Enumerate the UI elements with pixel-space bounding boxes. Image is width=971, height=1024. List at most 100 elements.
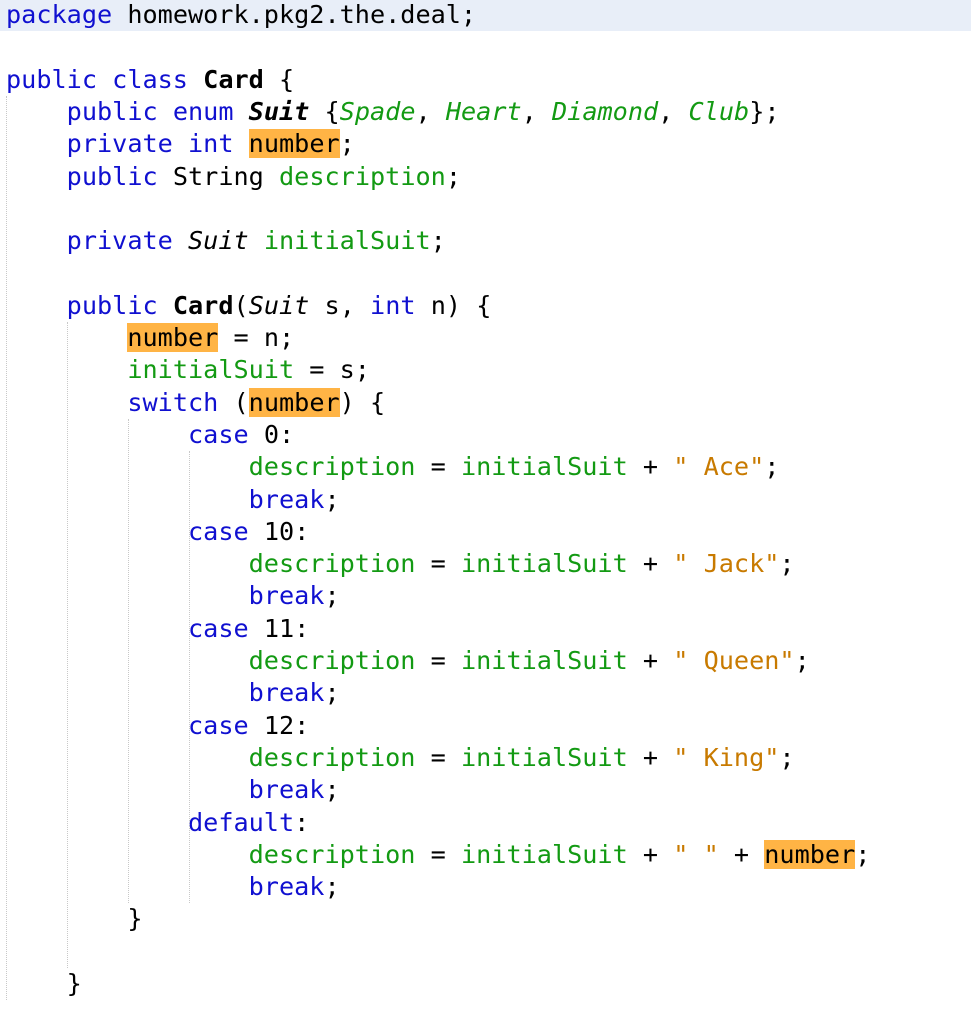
enum-constant-token: Heart <box>445 96 522 126</box>
code-token: ( <box>218 387 249 417</box>
keyword-token: switch <box>127 387 219 417</box>
code-token: + <box>627 549 674 579</box>
code-token: ; <box>339 129 355 159</box>
code-line[interactable] <box>0 193 971 225</box>
highlighted-occurrence: number <box>127 323 219 352</box>
code-line[interactable]: case 10: <box>0 516 971 548</box>
keyword-token: case <box>187 516 249 546</box>
code-line[interactable]: public String description; <box>0 161 971 193</box>
code-line[interactable]: initialSuit = s; <box>0 354 971 386</box>
indent-guide <box>189 451 190 904</box>
code-line[interactable]: public Card(Suit s, int n) { <box>0 290 971 322</box>
field-token: initialSuit <box>127 355 295 385</box>
code-token: }; <box>749 96 780 126</box>
code-line[interactable]: break; <box>0 484 971 516</box>
field-token: description <box>248 742 416 772</box>
keyword-token: break <box>248 484 325 514</box>
code-token: { <box>263 64 295 94</box>
code-line[interactable]: private Suit initialSuit; <box>0 225 971 257</box>
string-token: " King" <box>673 742 780 772</box>
keyword-token: public enum <box>66 96 234 126</box>
code-line[interactable]: number = n; <box>0 322 971 354</box>
code-line[interactable]: description = initialSuit + " King"; <box>0 742 971 774</box>
keyword-token: break <box>248 581 325 611</box>
code-token: 10: <box>248 516 310 546</box>
code-line[interactable]: public class Card { <box>0 64 971 96</box>
enum-constant-token: Spade <box>339 96 416 126</box>
code-line[interactable]: description = initialSuit + " Jack"; <box>0 548 971 580</box>
code-line[interactable]: break; <box>0 580 971 612</box>
code-token: ; <box>764 452 780 482</box>
code-line[interactable]: case 0: <box>0 419 971 451</box>
code-line[interactable]: break; <box>0 677 971 709</box>
code-token: 11: <box>248 613 310 643</box>
code-token: = n; <box>218 323 295 352</box>
code-token: ; <box>855 839 871 869</box>
code-line[interactable]: break; <box>0 774 971 806</box>
keyword-token: int <box>370 290 416 320</box>
code-token: ; <box>779 549 795 579</box>
code-token: , <box>521 96 553 126</box>
code-line[interactable]: public enum Suit {Spade, Heart, Diamond,… <box>0 96 971 128</box>
field-token: initialSuit <box>460 549 628 579</box>
keyword-token: package <box>6 0 113 29</box>
highlighted-occurrence: number <box>764 839 856 869</box>
code-line[interactable]: private int number; <box>0 128 971 160</box>
code-line[interactable]: package homework.pkg2.the.deal; <box>0 0 971 32</box>
code-token: = <box>415 549 461 579</box>
code-token: = <box>415 452 461 482</box>
code-line[interactable] <box>0 257 971 289</box>
code-line[interactable]: } <box>0 968 971 1000</box>
code-token: = <box>415 839 461 869</box>
code-line[interactable]: } <box>0 903 971 935</box>
keyword-token: default <box>187 807 295 837</box>
code-token: + <box>627 646 674 675</box>
code-line[interactable]: case 11: <box>0 613 971 645</box>
code-token: ; <box>779 742 795 772</box>
code-line[interactable]: description = initialSuit + " Queen"; <box>0 645 971 677</box>
code-line[interactable]: switch (number) { <box>0 387 971 419</box>
code-token: ; <box>794 646 810 675</box>
code-token: + <box>627 452 674 482</box>
code-line[interactable]: description = initialSuit + " " + number… <box>0 839 971 871</box>
field-token: initialSuit <box>460 452 628 482</box>
code-token: ; <box>324 775 340 805</box>
code-line[interactable] <box>0 936 971 968</box>
code-token: homework.pkg2.the.deal; <box>112 0 477 29</box>
code-line[interactable] <box>0 31 971 63</box>
code-token: = s; <box>294 355 370 385</box>
code-line[interactable]: case 12: <box>0 710 971 742</box>
code-token: ) { <box>339 387 386 417</box>
keyword-token: public <box>66 290 158 320</box>
code-token: ( <box>233 290 249 320</box>
code-token: , <box>658 96 689 126</box>
code-token: 0: <box>248 419 295 449</box>
indent-guide <box>67 322 68 968</box>
code-line[interactable]: break; <box>0 871 971 903</box>
string-token: " Ace" <box>673 452 765 482</box>
class-name-token: Card <box>172 290 234 320</box>
code-line[interactable]: description = initialSuit + " Ace"; <box>0 451 971 483</box>
string-token: " Jack" <box>673 549 780 579</box>
code-editor[interactable]: package homework.pkg2.the.deal; public cl… <box>0 0 971 1024</box>
code-token: { <box>309 96 340 126</box>
keyword-token: case <box>187 710 249 740</box>
code-token: ; <box>324 678 340 708</box>
code-line[interactable]: default: <box>0 807 971 839</box>
code-token: : <box>294 807 310 837</box>
keyword-token: break <box>248 872 325 902</box>
code-token: + <box>718 839 765 869</box>
highlighted-occurrence: number <box>248 387 340 417</box>
code-token: ; <box>324 581 340 611</box>
type-token: Suit <box>248 290 310 320</box>
indent-guide <box>6 95 7 1001</box>
code-token: = <box>415 742 461 772</box>
